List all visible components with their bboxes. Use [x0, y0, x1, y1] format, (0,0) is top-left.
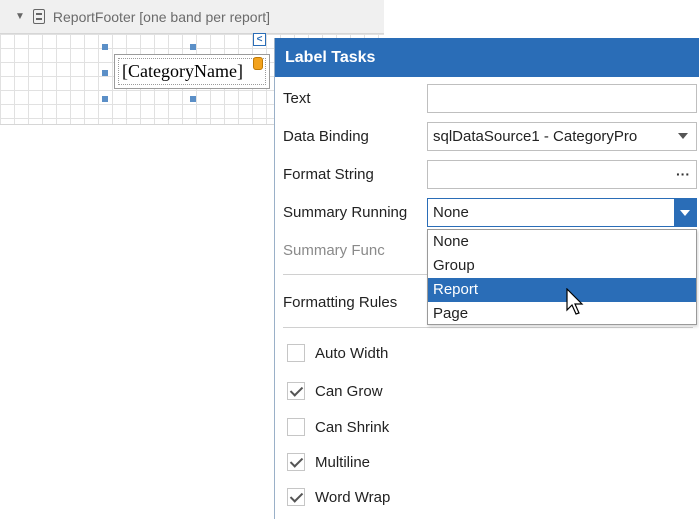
multiline-label: Multiline: [315, 453, 371, 471]
summary-func-label: Summary Func: [283, 242, 385, 259]
summary-running-dropdown-list: None Group Report Page: [427, 229, 697, 325]
ellipsis-button-icon[interactable]: ···: [676, 166, 690, 182]
selection-handle[interactable]: [102, 44, 108, 50]
mouse-cursor-icon: [566, 288, 584, 315]
report-footer-band-header[interactable]: ▼ ReportFooter [one band per report]: [0, 0, 384, 34]
collapse-arrow-icon[interactable]: ▼: [15, 11, 25, 22]
can-shrink-label: Can Shrink: [315, 418, 390, 436]
auto-width-checkbox[interactable]: [287, 344, 305, 362]
selection-handle[interactable]: [190, 96, 196, 102]
summary-running-select[interactable]: None: [427, 198, 697, 227]
label-control-text: [CategoryName]: [118, 58, 266, 85]
can-grow-checkbox[interactable]: [287, 382, 305, 400]
can-shrink-checkbox[interactable]: [287, 418, 305, 436]
smart-tag-collapse-icon[interactable]: <: [253, 33, 266, 46]
word-wrap-checkbox[interactable]: [287, 488, 305, 506]
format-string-input[interactable]: ···: [427, 160, 697, 189]
formatting-rules-label: Formatting Rules: [283, 294, 398, 311]
dropdown-option-page[interactable]: Page: [428, 302, 696, 326]
can-shrink-option[interactable]: Can Shrink: [287, 418, 389, 436]
can-grow-label: Can Grow: [315, 382, 383, 400]
dropdown-option-none[interactable]: None: [428, 230, 696, 254]
data-binding-label: Data Binding: [283, 128, 369, 145]
can-grow-option[interactable]: Can Grow: [287, 382, 383, 400]
multiline-checkbox[interactable]: [287, 453, 305, 471]
text-label: Text: [283, 90, 311, 107]
auto-width-label: Auto Width: [315, 344, 389, 362]
dropdown-option-report[interactable]: Report: [428, 278, 696, 302]
chevron-down-icon[interactable]: [678, 133, 688, 139]
format-string-label: Format String: [283, 166, 374, 183]
word-wrap-option[interactable]: Word Wrap: [287, 488, 390, 506]
summary-running-value: None: [433, 204, 469, 221]
band-title: ReportFooter [one band per report]: [52, 8, 271, 25]
dropdown-button-icon[interactable]: [674, 199, 696, 226]
data-binding-select[interactable]: sqlDataSource1 - CategoryPro: [427, 122, 697, 151]
auto-width-option[interactable]: Auto Width: [287, 344, 388, 362]
multiline-option[interactable]: Multiline: [287, 453, 370, 471]
data-binding-value: sqlDataSource1 - CategoryPro: [433, 128, 638, 145]
label-control[interactable]: [CategoryName]: [114, 54, 270, 89]
panel-title: Label Tasks: [275, 38, 699, 77]
selection-handle[interactable]: [102, 70, 108, 76]
selection-handle[interactable]: [102, 96, 108, 102]
label-tasks-panel: Label Tasks Text Data Binding sqlDataSou…: [274, 38, 699, 519]
band-icon: [32, 9, 45, 24]
word-wrap-label: Word Wrap: [315, 488, 391, 506]
summary-running-label: Summary Running: [283, 204, 408, 221]
separator: [283, 327, 693, 328]
expression-icon: [253, 57, 263, 70]
text-input[interactable]: [427, 84, 697, 113]
dropdown-option-group[interactable]: Group: [428, 254, 696, 278]
selection-handle[interactable]: [190, 44, 196, 50]
